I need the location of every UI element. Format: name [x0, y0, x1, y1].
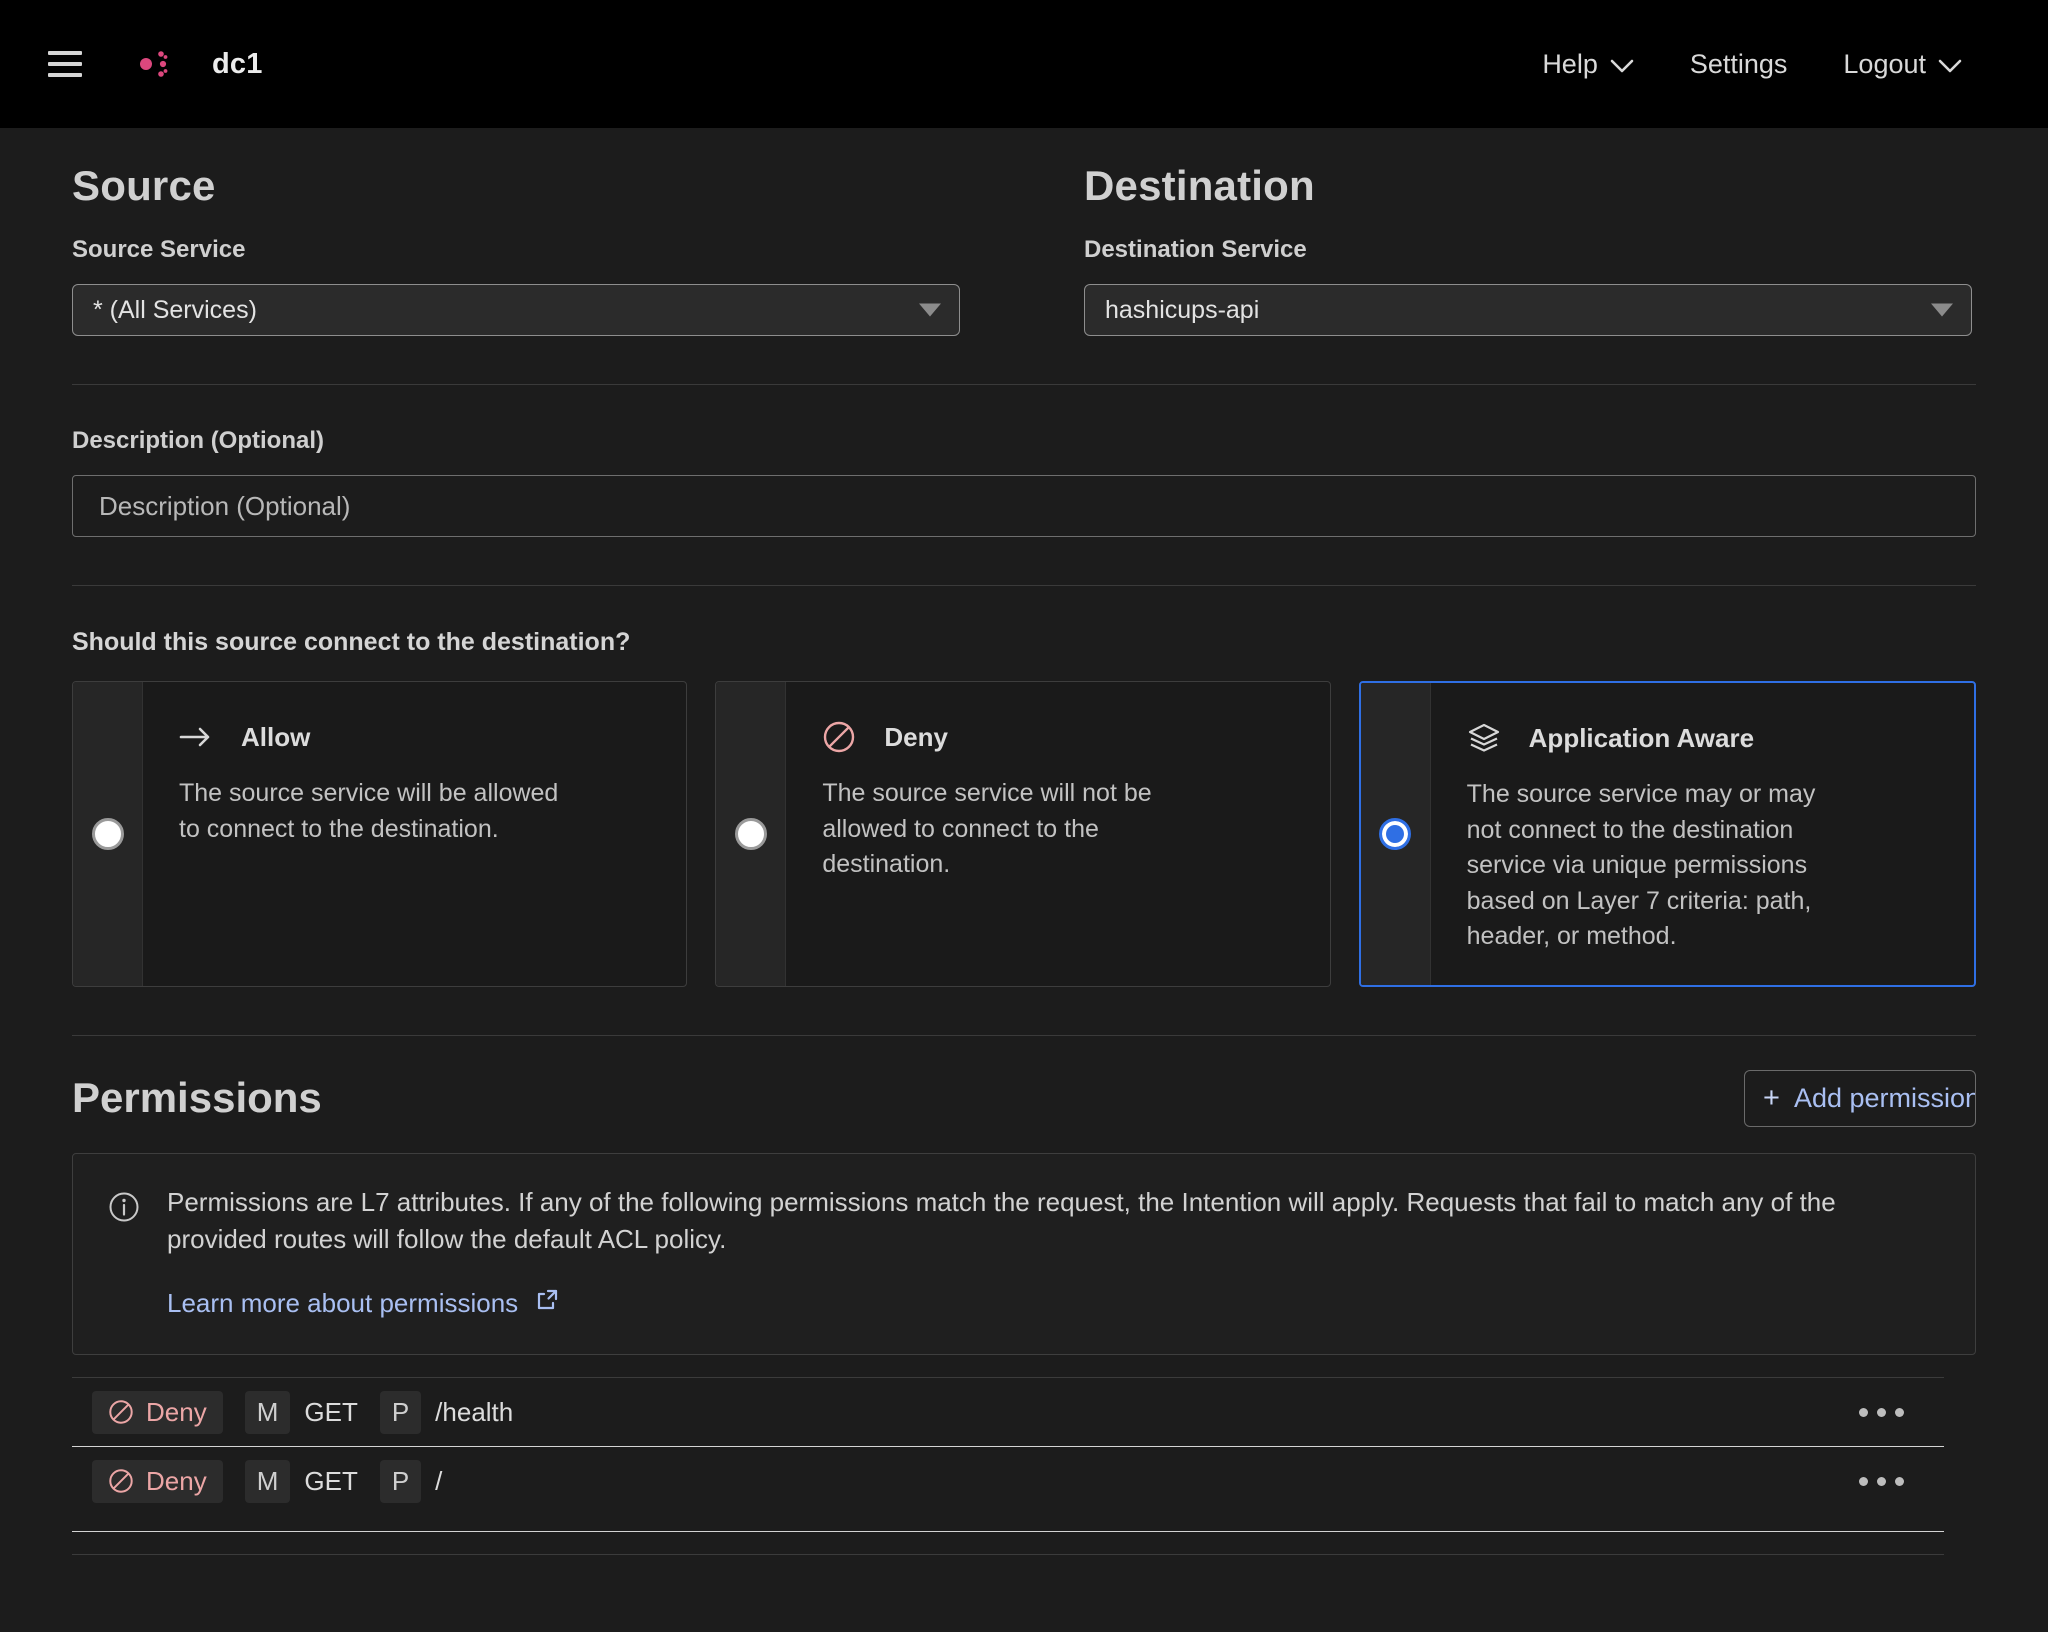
- permission-path-value: /health: [435, 1396, 514, 1427]
- description-label: Description (Optional): [72, 427, 324, 454]
- action-card-description: The source service may or may not connec…: [1466, 780, 1816, 950]
- hamburger-menu-icon[interactable]: [48, 51, 82, 77]
- radio-gutter[interactable]: [1360, 683, 1431, 985]
- permission-method-key: M: [244, 1459, 291, 1503]
- destination-service-value: hashicups-api: [1105, 295, 1260, 324]
- permissions-info-text: Permissions are L7 attributes. If any of…: [167, 1186, 1836, 1255]
- connect-question-label: Should this source connect to the destin…: [72, 628, 631, 656]
- layers-icon: [1467, 721, 1501, 755]
- source-destination-row: Source Source Service * (All Services) D…: [72, 128, 1976, 336]
- action-card-header: Deny: [822, 720, 1202, 754]
- action-card-body: Deny The source service will not be allo…: [786, 682, 1242, 986]
- action-card-description: The source service will be allowed to co…: [179, 779, 559, 843]
- datacenter-label[interactable]: dc1: [212, 48, 263, 81]
- nav-logout[interactable]: Logout: [1843, 49, 1962, 80]
- nav-settings[interactable]: Settings: [1690, 49, 1788, 80]
- intention-form: Source Source Service * (All Services) D…: [0, 128, 2048, 1556]
- radio-allow[interactable]: [91, 817, 124, 850]
- learn-more-label: Learn more about permissions: [167, 1288, 519, 1319]
- plus-icon: +: [1763, 1081, 1780, 1114]
- destination-service-label: Destination Service: [1084, 236, 1307, 263]
- deny-circle-slash-icon: [108, 1399, 134, 1425]
- action-card-title: Application Aware: [1528, 722, 1755, 753]
- intention-action-cards: Allow The source service will be allowed…: [72, 681, 1976, 987]
- source-service-value: * (All Services): [93, 295, 257, 324]
- permissions-header: Permissions + Add permission: [72, 1036, 1976, 1127]
- permissions-title: Permissions: [72, 1074, 322, 1121]
- permission-path-value: /: [435, 1465, 443, 1496]
- learn-more-permissions-link[interactable]: Learn more about permissions: [167, 1287, 560, 1320]
- info-circle-icon: [107, 1190, 141, 1224]
- action-card-header: Allow: [179, 720, 559, 754]
- permission-method-key: M: [244, 1390, 291, 1434]
- connect-question-block: Should this source connect to the destin…: [72, 586, 1976, 987]
- source-service-label: Source Service: [72, 236, 246, 263]
- permission-action-badge: Deny: [92, 1459, 223, 1503]
- permissions-info-content: Permissions are L7 attributes. If any of…: [167, 1184, 1941, 1321]
- top-nav-actions: Help Settings Logout: [1542, 49, 2000, 80]
- nav-help-label: Help: [1542, 48, 1598, 79]
- permission-method-value: GET: [304, 1465, 358, 1496]
- more-horizontal-icon[interactable]: [1859, 1407, 1904, 1417]
- deny-circle-slash-icon: [108, 1468, 134, 1494]
- permission-action-label: Deny: [146, 1465, 207, 1496]
- nav-settings-label: Settings: [1689, 48, 1788, 79]
- consul-logo-icon[interactable]: [116, 33, 178, 95]
- radio-gutter[interactable]: [716, 682, 787, 986]
- action-card-application-aware[interactable]: Application Aware The source service may…: [1358, 681, 1976, 987]
- destination-service-select[interactable]: hashicups-api: [1084, 284, 1972, 336]
- nav-help[interactable]: Help: [1542, 49, 1634, 80]
- action-card-title: Deny: [884, 721, 948, 752]
- destination-heading: Destination: [1084, 162, 1315, 209]
- action-card-body: Allow The source service will be allowed…: [143, 682, 599, 986]
- action-card-allow[interactable]: Allow The source service will be allowed…: [72, 681, 688, 987]
- radio-application-aware[interactable]: [1379, 817, 1412, 850]
- radio-gutter[interactable]: [73, 682, 143, 986]
- permission-path-key: P: [379, 1390, 422, 1434]
- add-permission-label: Add permission: [1793, 1082, 1976, 1113]
- source-service-select[interactable]: * (All Services): [72, 284, 960, 336]
- chevron-down-icon: [1938, 49, 1962, 80]
- chevron-down-icon: [1931, 303, 1953, 317]
- top-navigation-bar: dc1 Help Settings Logout: [0, 0, 2048, 128]
- more-horizontal-icon[interactable]: [1859, 1476, 1904, 1486]
- deny-circle-slash-icon: [822, 720, 856, 754]
- add-permission-button[interactable]: + Add permission: [1744, 1069, 1976, 1127]
- list-divider: [72, 1554, 1944, 1556]
- permissions-info-box: Permissions are L7 attributes. If any of…: [72, 1152, 1976, 1356]
- destination-column: Destination Destination Service hashicup…: [1024, 162, 1976, 336]
- nav-logout-label: Logout: [1843, 48, 1926, 79]
- description-block: Description (Optional): [72, 385, 1976, 537]
- permission-row[interactable]: Deny M GET P /health: [72, 1378, 1976, 1446]
- action-card-title: Allow: [241, 721, 311, 752]
- chevron-down-icon: [1610, 49, 1634, 80]
- chevron-down-icon: [919, 303, 941, 317]
- source-heading: Source: [72, 162, 216, 209]
- external-link-icon: [534, 1287, 560, 1320]
- permission-action-label: Deny: [146, 1396, 207, 1427]
- permission-path-key: P: [379, 1459, 422, 1503]
- arrow-right-icon: [179, 720, 213, 754]
- list-footer-dividers: [72, 1515, 1976, 1556]
- action-card-body: Application Aware The source service may…: [1431, 683, 1887, 985]
- permissions-list: Deny M GET P /health Deny M GET P /: [72, 1377, 1976, 1556]
- permission-method-value: GET: [304, 1396, 358, 1427]
- action-card-description: The source service will not be allowed t…: [822, 779, 1152, 878]
- action-card-deny[interactable]: Deny The source service will not be allo…: [715, 681, 1331, 987]
- description-input[interactable]: [72, 475, 1976, 537]
- permission-row[interactable]: Deny M GET P /: [72, 1447, 1976, 1515]
- permission-action-badge: Deny: [92, 1390, 223, 1434]
- action-card-header: Application Aware: [1467, 721, 1847, 755]
- source-column: Source Source Service * (All Services): [72, 162, 1024, 336]
- radio-deny[interactable]: [734, 817, 767, 850]
